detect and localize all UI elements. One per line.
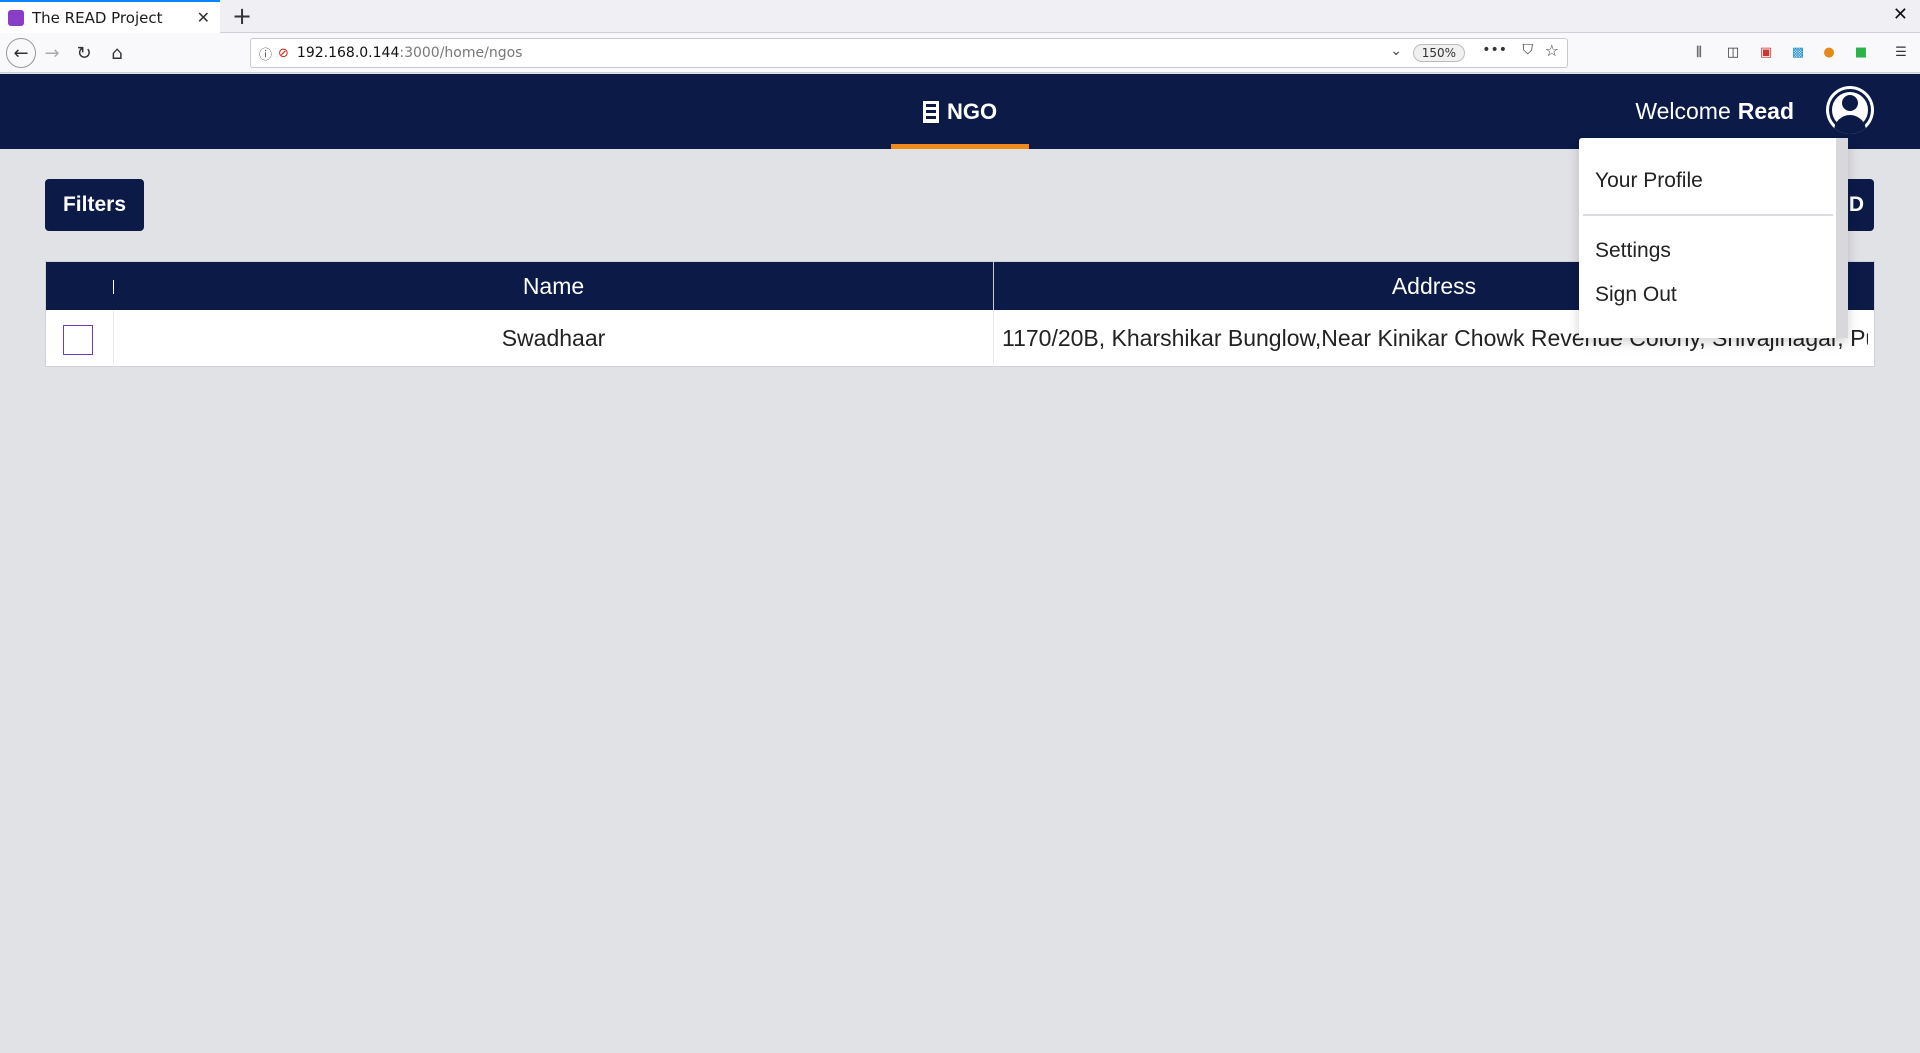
tab-ngo[interactable]: NGO <box>891 74 1029 149</box>
user-avatar-button[interactable] <box>1826 86 1874 134</box>
user-dropdown-menu: Your Profile Settings Sign Out <box>1579 138 1848 338</box>
reload-button[interactable]: ↻ <box>70 39 98 67</box>
menu-item-sign-out[interactable]: Sign Out <box>1595 283 1677 307</box>
menu-item-your-profile[interactable]: Your Profile <box>1595 169 1703 193</box>
extension-badge-icon[interactable]: ▩ <box>1789 43 1807 61</box>
library-icon[interactable]: ⫼ <box>1690 43 1708 61</box>
row-select-checkbox[interactable] <box>63 325 93 355</box>
site-favicon-icon <box>8 9 24 26</box>
active-tab-indicator <box>891 144 1029 149</box>
insecure-connection-icon: ⊘ <box>278 45 289 61</box>
extension-green-icon[interactable]: ■ <box>1852 43 1870 61</box>
column-header-name[interactable]: Name <box>114 262 993 310</box>
browser-tab[interactable]: The READ Project ✕ <box>0 0 220 33</box>
tab-ngo-label: NGO <box>946 98 998 124</box>
tab-title: The READ Project <box>32 8 163 27</box>
address-bar[interactable]: ⓘ ⊘ 192.168.0.144:3000/home/ngos ⌄ 150% … <box>250 38 1568 68</box>
info-icon[interactable]: ⓘ <box>259 44 272 63</box>
chevron-down-icon[interactable]: ⌄ <box>1390 43 1402 59</box>
building-icon <box>922 100 939 123</box>
avatar-head <box>1842 95 1858 111</box>
browser-toolbar: ← → ↻ ⌂ ⓘ ⊘ 192.168.0.144:3000/home/ngos… <box>0 33 1920 73</box>
cell-divider <box>993 310 994 367</box>
menu-divider <box>1583 214 1833 216</box>
forward-button[interactable]: → <box>38 39 66 67</box>
welcome-prefix: Welcome <box>1635 98 1731 124</box>
home-button[interactable]: ⌂ <box>103 39 131 67</box>
back-button[interactable]: ← <box>6 38 36 68</box>
tab-close-icon[interactable]: ✕ <box>197 8 210 27</box>
more-actions-icon[interactable]: ••• <box>1482 42 1507 58</box>
sidebar-icon[interactable]: ◫ <box>1724 43 1742 61</box>
arrow-left-icon: ← <box>13 42 29 64</box>
home-icon: ⌂ <box>111 42 123 64</box>
bookmark-star-icon[interactable]: ☆ <box>1545 41 1559 60</box>
browser-tab-bar: The READ Project ✕ + ✕ <box>0 0 1920 33</box>
menu-item-settings[interactable]: Settings <box>1595 239 1671 263</box>
extension-orange-icon[interactable]: ● <box>1820 43 1838 61</box>
zoom-indicator[interactable]: 150% <box>1412 44 1465 62</box>
url-host: 192.168.0.144 <box>296 45 400 61</box>
new-tab-button[interactable]: + <box>232 2 252 30</box>
menu-scrollbar[interactable] <box>1836 138 1848 338</box>
arrow-right-icon: → <box>44 42 60 64</box>
extension-icon[interactable]: ▣ <box>1757 43 1775 61</box>
filters-button[interactable]: Filters <box>45 179 144 231</box>
welcome-username: Read <box>1737 98 1794 124</box>
cell-name: Swadhaar <box>501 325 606 351</box>
url-path: :3000/home/ngos <box>399 45 523 61</box>
reload-icon: ↻ <box>76 42 92 64</box>
pocket-icon[interactable]: ⛉ <box>1523 42 1534 58</box>
hamburger-menu-icon[interactable]: ☰ <box>1892 43 1910 61</box>
window-close-button[interactable]: ✕ <box>1893 4 1908 25</box>
